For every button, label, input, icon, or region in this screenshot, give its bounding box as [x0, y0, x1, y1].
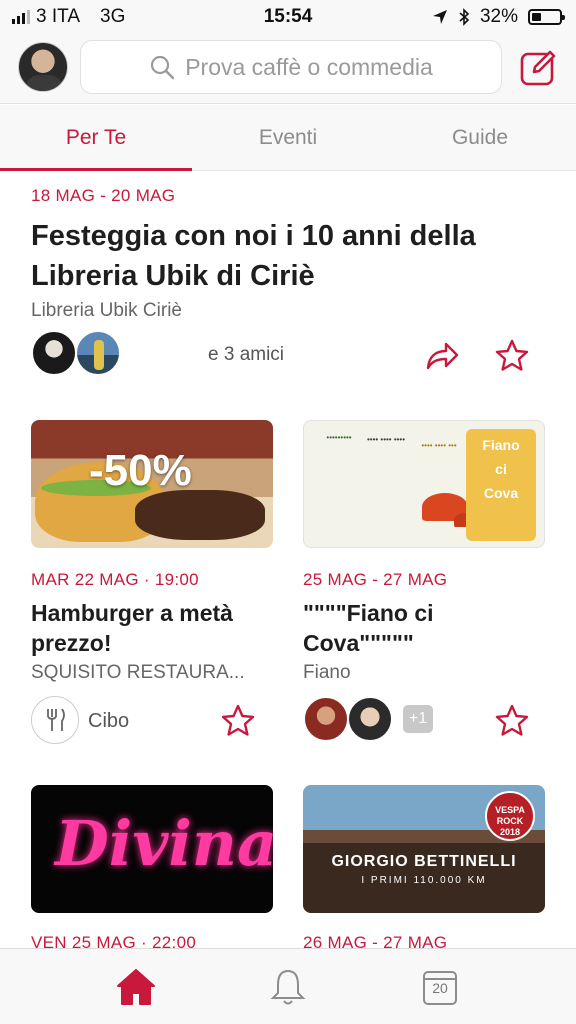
star-icon[interactable] [220, 703, 256, 739]
friend-avatar [75, 330, 121, 376]
app-header: Prova caffè o commedia [0, 34, 576, 104]
event-image: -50% [31, 420, 273, 548]
compose-icon[interactable] [520, 48, 558, 86]
fiano-poster: Fiano ci Cova [466, 429, 536, 541]
tab-bar: Per Te Eventi Guide [0, 105, 576, 171]
nav-calendar[interactable]: 20 [410, 957, 470, 1017]
status-bar: 3 ITA 3G 15:54 32% [0, 0, 576, 34]
search-bar[interactable]: Prova caffè o commedia [80, 40, 502, 94]
discount-label: -50% [89, 446, 192, 495]
event-card[interactable]: GIORGIO BETTINELLI I PRIMI 110.000 KM VE… [303, 785, 545, 948]
event-card[interactable]: ••••••••• •••• •••• •••• •••• •••• ••• F… [303, 420, 545, 684]
event-date: 25 MAG - 27 MAG [303, 570, 448, 589]
battery-percent: 32% [479, 6, 518, 27]
divina-logo: Divina [55, 807, 273, 880]
vespa-rock-badge: VESPA ROCK 2018 [485, 791, 535, 841]
featured-date: 18 MAG - 20 MAG [31, 186, 176, 205]
event-date: 26 MAG - 27 MAG [303, 933, 448, 948]
battery-icon [528, 9, 565, 25]
friend-avatar [303, 696, 349, 742]
bluetooth-icon [459, 8, 470, 26]
event-title: """"Fiano ci Cova""""" [303, 600, 434, 656]
feed[interactable]: 18 MAG - 20 MAG Festeggia con noi i 10 a… [0, 172, 576, 948]
featured-title: Festeggia con noi i 10 anni della Librer… [31, 220, 476, 292]
friends-avatars[interactable]: +1 [303, 696, 433, 742]
tab-per-te[interactable]: Per Te [0, 105, 192, 171]
event-venue: SQUISITO RESTAURA... [31, 662, 245, 683]
featured-event[interactable]: 18 MAG - 20 MAG Festeggia con noi i 10 a… [31, 186, 551, 322]
event-image: GIORGIO BETTINELLI I PRIMI 110.000 KM VE… [303, 785, 545, 913]
event-card[interactable]: -50% MAR 22 MAG · 19:00 Hamburger a metà… [31, 420, 273, 684]
profile-avatar[interactable] [18, 42, 68, 92]
event-date: VEN 25 MAG · 22:00 [31, 933, 197, 948]
star-icon[interactable] [494, 338, 530, 374]
bottom-nav: 20 [0, 948, 576, 1024]
nav-home[interactable] [106, 957, 166, 1017]
more-friends-badge: +1 [403, 705, 433, 733]
tab-guide[interactable]: Guide [384, 105, 576, 170]
event-card[interactable]: Divina VEN 25 MAG · 22:00 [31, 785, 273, 948]
event-image: ••••••••• •••• •••• •••• •••• •••• ••• F… [303, 420, 545, 548]
search-placeholder: Prova caffè o commedia [185, 53, 433, 80]
status-right: 32% [432, 6, 565, 28]
home-icon [117, 968, 155, 1005]
event-date: MAR 22 MAG · 19:00 [31, 570, 199, 589]
search-icon [151, 55, 175, 80]
location-arrow-icon [432, 10, 447, 24]
event-image: Divina [31, 785, 273, 913]
category-label: Cibo [88, 710, 130, 732]
featured-venue: Libreria Ubik Ciriè [31, 300, 182, 321]
tab-eventi[interactable]: Eventi [192, 105, 384, 170]
calendar-day: 20 [432, 979, 448, 996]
event-venue: Fiano [303, 662, 351, 683]
friends-text: e 3 amici [208, 344, 285, 365]
friend-avatar [31, 330, 77, 376]
star-icon[interactable] [494, 703, 530, 739]
cutlery-icon [31, 696, 79, 744]
friend-avatar [347, 696, 393, 742]
event-title: Hamburger a metà prezzo! [31, 600, 233, 656]
bell-icon [270, 969, 306, 1004]
share-icon[interactable] [424, 338, 460, 374]
nav-notifications[interactable] [258, 957, 318, 1017]
friends-avatars[interactable] [31, 330, 121, 376]
